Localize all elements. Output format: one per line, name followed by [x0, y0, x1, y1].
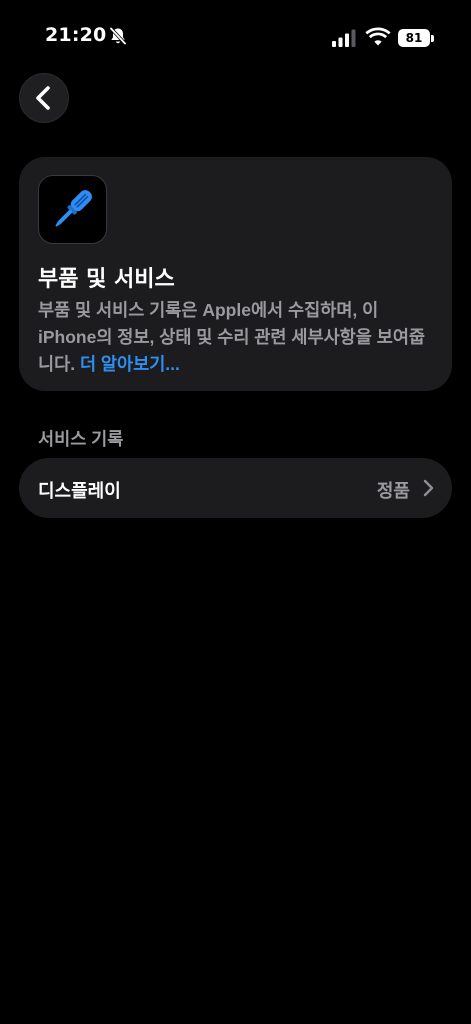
cellular-signal-icon: [332, 29, 356, 47]
status-bar: 21:20 81: [0, 0, 471, 60]
battery-cap: [431, 35, 434, 42]
card-description: 부품 및 서비스 기록은 Apple에서 수집하며, 이 iPhone의 정보,…: [38, 297, 438, 378]
service-row-label: 디스플레이: [38, 481, 121, 501]
back-button[interactable]: [19, 73, 69, 123]
learn-more-link[interactable]: 더 알아보기...: [80, 354, 180, 374]
card-title: 부품 및 서비스: [38, 267, 175, 292]
status-time: 21:20: [45, 24, 107, 46]
app-icon-tile: [38, 175, 107, 244]
chevron-left-icon: [36, 86, 50, 110]
parts-and-service-card: 부품 및 서비스 부품 및 서비스 기록은 Apple에서 수집하며, 이 iP…: [19, 157, 452, 391]
screwdriver-icon: [55, 190, 92, 227]
battery-level: 81: [398, 29, 430, 47]
wifi-icon: [365, 27, 391, 46]
battery-icon: 81: [398, 29, 435, 47]
chevron-right-icon: [423, 479, 434, 497]
section-header-service-history: 서비스 기록: [38, 429, 124, 449]
service-row-value: 정품: [376, 481, 410, 501]
bell-slash-icon: [109, 27, 127, 45]
service-row-display[interactable]: 디스플레이 정품: [19, 458, 452, 518]
